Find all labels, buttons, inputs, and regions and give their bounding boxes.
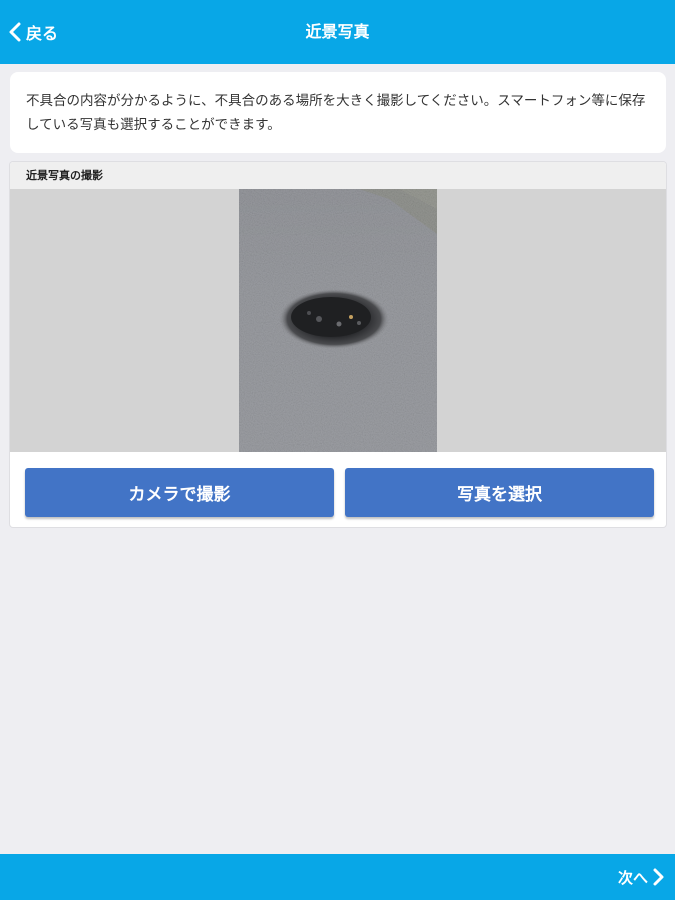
app-screen: 戻る 近景写真 不具合の内容が分かるように、不具合のある場所を大きく撮影してくだ… <box>0 0 675 900</box>
instructions-card: 不具合の内容が分かるように、不具合のある場所を大きく撮影してください。スマートフ… <box>10 72 666 153</box>
take-photo-button[interactable]: カメラで撮影 <box>25 468 334 517</box>
photo-preview-area <box>10 189 666 452</box>
next-button[interactable]: 次へ <box>618 854 665 900</box>
page-title: 近景写真 <box>305 22 370 41</box>
next-label: 次へ <box>617 868 648 887</box>
chevron-right-icon <box>653 868 664 886</box>
photo-section-label: 近景写真の撮影 <box>10 162 666 189</box>
back-button[interactable]: 戻る <box>8 0 58 64</box>
header-bar: 戻る 近景写真 <box>0 0 675 64</box>
select-photo-button[interactable]: 写真を選択 <box>345 468 654 517</box>
pothole-photo <box>239 189 437 452</box>
chevron-left-icon <box>9 22 21 42</box>
back-label: 戻る <box>26 24 59 43</box>
photo-panel: 近景写真の撮影 カメラで撮影 写真を選択 <box>10 162 666 527</box>
instructions-text: 不具合の内容が分かるように、不具合のある場所を大きく撮影してください。スマートフ… <box>26 93 646 133</box>
footer-bar: 次へ <box>0 854 675 900</box>
